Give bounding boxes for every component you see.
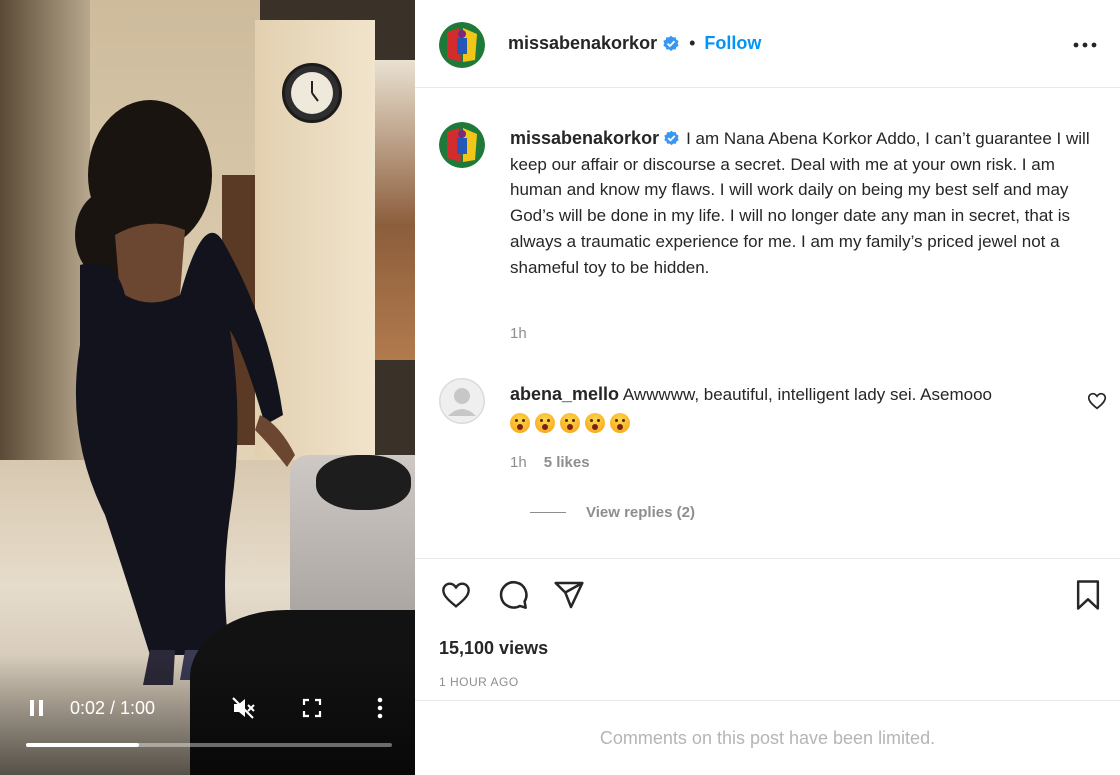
astonished-face-emoji [585,412,605,433]
video-menu-button[interactable] [365,690,395,726]
more-options-button[interactable] [1070,33,1102,57]
view-replies-label: View replies (2) [586,504,695,521]
video-time: 0:02 / 1:00 [70,698,156,718]
heart-icon [442,582,470,608]
video-frame [0,0,415,775]
post-header: missabenakorkor • Follow [415,0,1120,88]
video-person [75,100,295,685]
video-controls: 0:02 / 1:00 [0,690,415,730]
caption-username[interactable]: missabenakorkor [510,128,659,148]
follow-button[interactable]: Follow [704,33,761,54]
fullscreen-icon [302,698,322,718]
separator-dot: • [689,33,696,53]
share-button[interactable] [550,576,588,614]
pause-icon [30,700,43,716]
mute-button[interactable] [229,690,259,726]
caption-avatar[interactable] [439,122,485,168]
view-count[interactable]: 15,100 views [439,638,548,659]
video-dog [316,455,411,510]
bookmark-icon [1076,580,1100,610]
post-timestamp[interactable]: 1 HOUR AGO [439,675,519,689]
muted-speaker-icon [232,697,255,719]
post-panel: missabenakorkor • Follow missabenakorkor… [415,0,1120,775]
comment-avatar[interactable] [439,378,485,424]
comment-timestamp[interactable]: 1h [510,454,527,471]
comment-emojis [510,409,1080,434]
video-player[interactable]: 0:02 / 1:00 [0,0,415,775]
astonished-face-emoji [560,412,580,433]
verified-badge-icon [663,35,679,51]
heart-icon [1087,392,1107,410]
verified-badge-icon [664,130,679,146]
share-icon [554,581,584,609]
video-progress-bar[interactable] [26,743,392,747]
caption-text: I am Nana Abena Korkor Addo, I can’t gua… [510,129,1090,277]
video-progress-fill [26,743,140,747]
comment-button[interactable] [494,576,532,614]
comment-username[interactable]: abena_mello [510,384,619,404]
comment-icon [499,580,528,609]
more-options-icon [1073,42,1097,48]
post-author-username[interactable]: missabenakorkor [508,33,657,54]
comment-like-button[interactable] [1086,390,1108,412]
like-button[interactable] [437,576,475,614]
comment-text: Awwwww, beautiful, intelligent lady sei.… [622,385,993,404]
astonished-face-emoji [510,412,530,433]
vertical-dots-icon [377,697,383,719]
caption-timestamp[interactable]: 1h [510,325,527,342]
view-replies-button[interactable]: View replies (2) [530,504,695,521]
comment-likes[interactable]: 5 likes [544,454,590,471]
pause-button[interactable] [22,690,52,726]
astonished-face-emoji [610,412,630,433]
avatar[interactable] [439,22,485,68]
fullscreen-button[interactable] [297,690,327,726]
save-button[interactable] [1069,576,1107,614]
comments-limited-notice: Comments on this post have been limited. [599,728,936,748]
astonished-face-emoji [535,412,555,433]
